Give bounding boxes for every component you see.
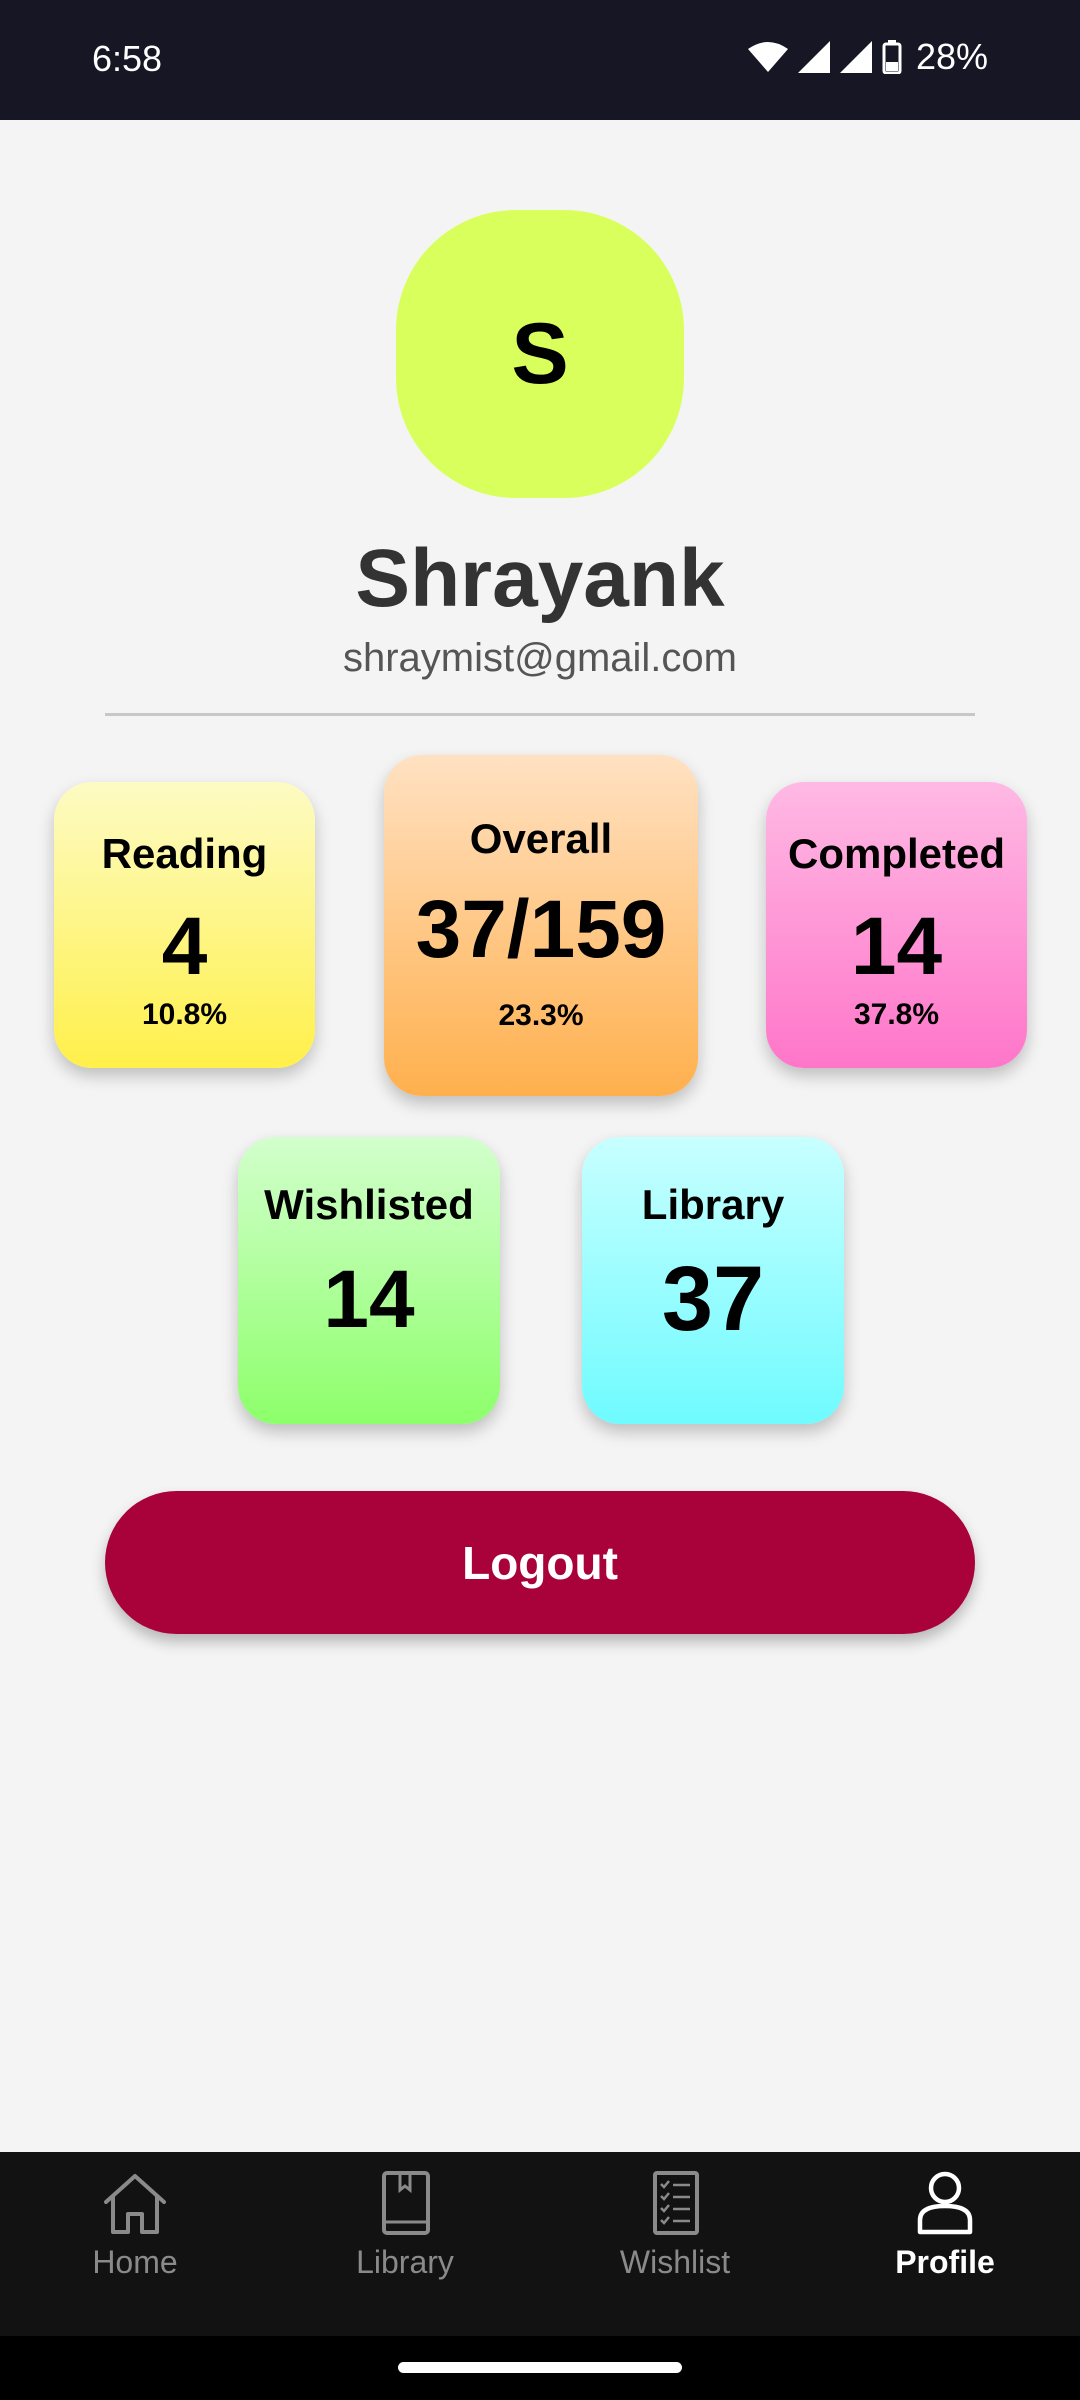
gesture-bar bbox=[0, 2336, 1080, 2400]
stat-card-library: Library 37 bbox=[582, 1137, 844, 1424]
checklist-icon bbox=[575, 2170, 775, 2236]
stat-label: Reading bbox=[101, 830, 268, 877]
stat-value: 14 bbox=[850, 901, 943, 992]
nav-item-library[interactable]: Library bbox=[305, 2170, 505, 2320]
avatar-letter: S bbox=[511, 305, 569, 402]
person-icon bbox=[845, 2170, 1045, 2236]
stat-label: Overall bbox=[469, 815, 613, 862]
battery-icon bbox=[882, 40, 902, 74]
stat-value: 37/159 bbox=[415, 884, 667, 975]
nav-label: Library bbox=[356, 2244, 454, 2280]
wifi-icon bbox=[747, 41, 788, 73]
logout-button[interactable]: Logout bbox=[105, 1491, 975, 1634]
stat-card-reading: Reading 4 10.8% bbox=[54, 782, 315, 1068]
stat-percent: 10.8% bbox=[141, 998, 228, 1031]
nav-label: Home bbox=[92, 2244, 178, 2280]
stat-percent: 23.3% bbox=[498, 999, 584, 1032]
home-icon bbox=[35, 2170, 235, 2236]
stat-label: Wishlisted bbox=[264, 1181, 474, 1228]
stat-card-wishlisted: Wishlisted 14 bbox=[238, 1137, 500, 1424]
user-name: Shrayank bbox=[355, 533, 725, 624]
battery-percent: 28% bbox=[915, 36, 988, 77]
divider bbox=[105, 713, 975, 716]
stat-percent: 37.8% bbox=[853, 998, 940, 1031]
signal-icon bbox=[797, 41, 830, 73]
avatar: S bbox=[396, 210, 684, 498]
stat-label: Library bbox=[641, 1181, 785, 1228]
book-icon bbox=[305, 2170, 505, 2236]
status-icons: 28% bbox=[747, 36, 988, 78]
nav-label: Wishlist bbox=[619, 2244, 731, 2280]
signal-icon bbox=[839, 41, 872, 73]
nav-item-profile[interactable]: Profile bbox=[845, 2170, 1045, 2320]
bottom-nav: Home Library Wishlist Profile bbox=[0, 2152, 1080, 2336]
stat-value: 4 bbox=[161, 901, 208, 992]
nav-item-wishlist[interactable]: Wishlist bbox=[575, 2170, 775, 2320]
nav-item-home[interactable]: Home bbox=[35, 2170, 235, 2320]
home-indicator[interactable] bbox=[398, 2362, 682, 2373]
status-bar: 6:58 28% bbox=[0, 0, 1080, 120]
status-time: 6:58 bbox=[92, 38, 163, 79]
stat-value: 14 bbox=[323, 1254, 415, 1345]
user-email: shraymist@gmail.com bbox=[342, 636, 737, 680]
stat-value: 37 bbox=[661, 1248, 765, 1350]
stat-label: Completed bbox=[787, 830, 1005, 877]
stat-card-overall: Overall 37/159 23.3% bbox=[384, 755, 698, 1096]
nav-label: Profile bbox=[895, 2244, 995, 2280]
stat-card-completed: Completed 14 37.8% bbox=[766, 782, 1027, 1068]
